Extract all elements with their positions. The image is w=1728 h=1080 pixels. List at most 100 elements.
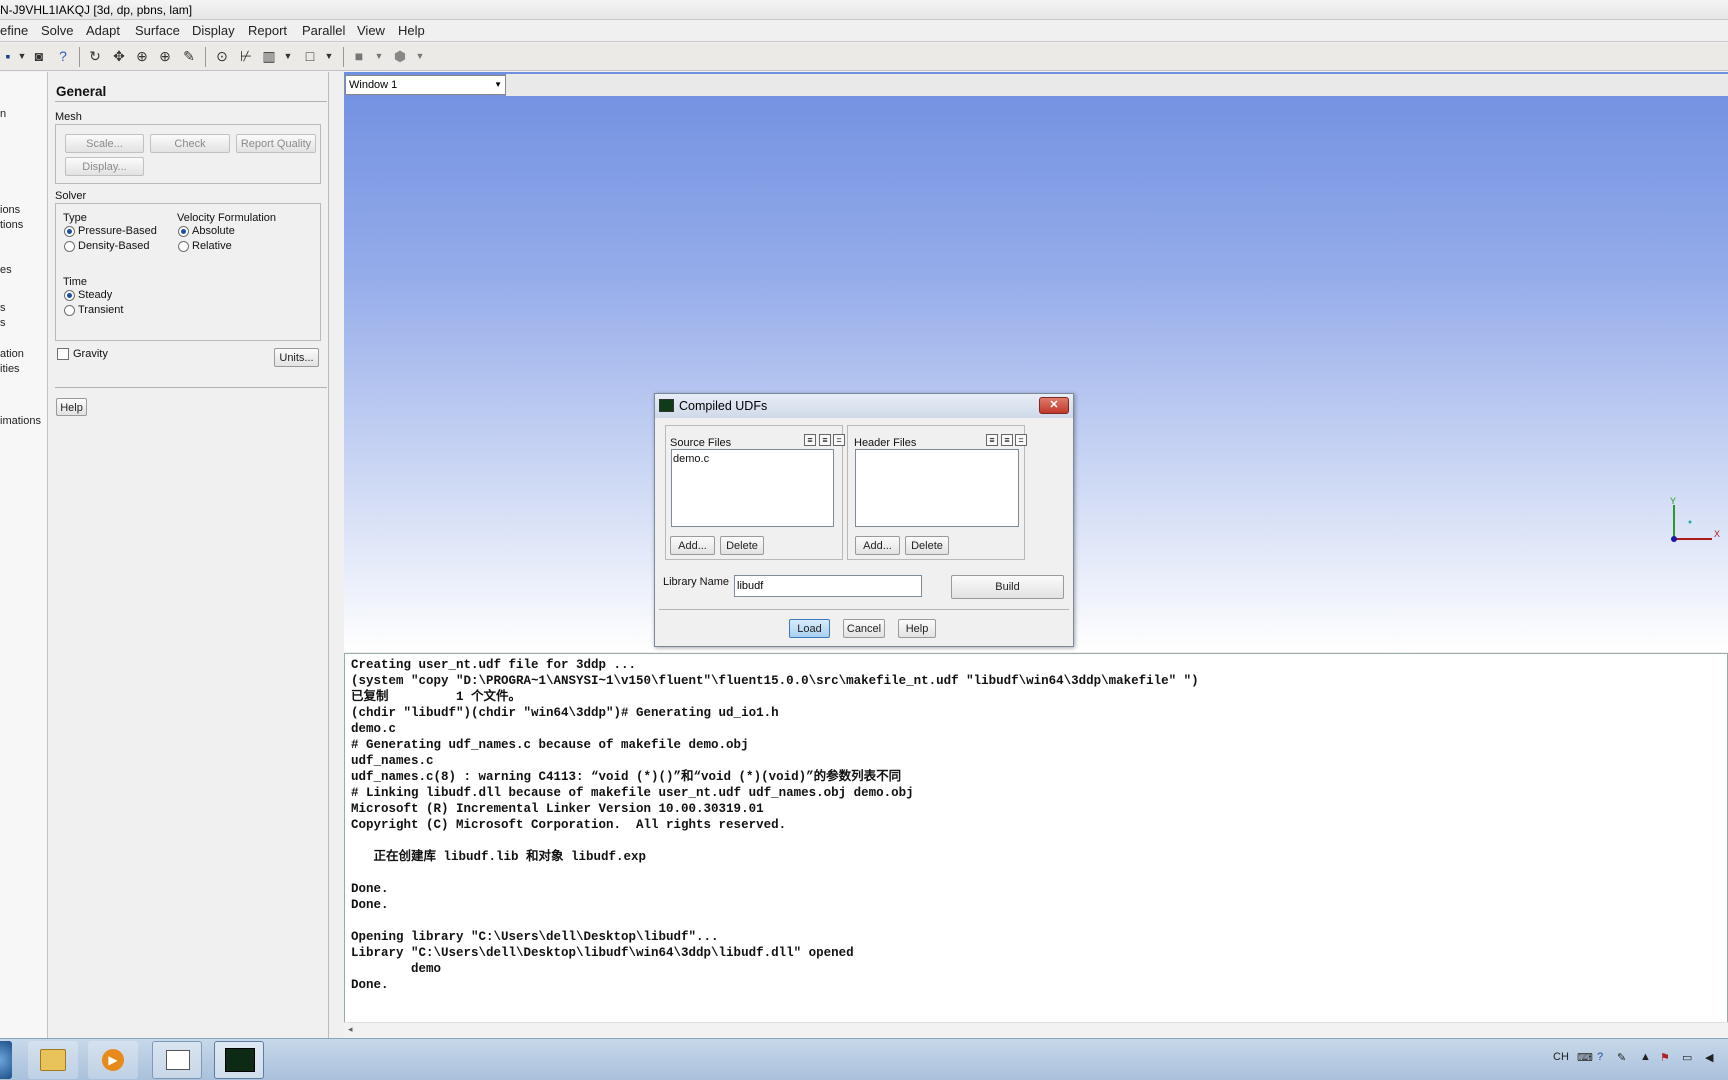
solver-group: Type Pressure-Based Density-Based Veloci… [55,203,321,341]
menu-display[interactable]: Display [192,23,235,38]
dropdown-arrow-icon[interactable]: ▼ [280,48,296,64]
window-select[interactable]: Window 1 ▼ [345,75,506,95]
dialog-title-bar: Compiled UDFs ✕ [655,394,1073,418]
panel-heading: General [56,84,107,99]
show-hidden-icons-icon[interactable]: ▲ [1640,1051,1651,1063]
list-item[interactable]: demo.c [673,453,709,465]
load-button[interactable]: Load [789,619,830,638]
console-output[interactable]: Creating user_nt.udf file for 3ddp ... (… [344,653,1728,1038]
transparency-icon[interactable]: ⬢ [392,48,408,64]
gravity-checkbox[interactable] [57,348,69,360]
units-button[interactable]: Units... [274,348,319,367]
screenshot-icon[interactable]: ◙ [31,48,47,64]
divider [55,101,327,102]
source-delete-button[interactable]: Delete [720,536,764,555]
pan-icon[interactable]: ✥ [111,48,127,64]
language-indicator[interactable]: CH [1553,1051,1569,1063]
action-center-icon[interactable]: ⚑ [1660,1051,1670,1064]
dropdown-arrow-icon[interactable]: ▼ [321,48,337,64]
probe-icon[interactable]: ✎ [181,48,197,64]
window-icon[interactable]: □ [302,48,318,64]
scale-button[interactable]: Scale... [65,134,144,153]
file-explorer-icon[interactable] [28,1041,78,1079]
check-button[interactable]: Check [150,134,230,153]
time-label: Time [63,276,88,288]
density-based-radio[interactable] [64,241,75,252]
menu-help[interactable]: Help [398,23,425,38]
menu-parallel[interactable]: Parallel [302,23,345,38]
network-icon[interactable]: ▭ [1682,1051,1692,1064]
pen-icon[interactable]: ✎ [1617,1051,1626,1064]
measure-icon[interactable]: ⊬ [238,48,254,64]
tree-item[interactable]: tions [0,219,23,231]
navigation-tree: n ions tions es s s ation ities imations [0,72,48,1038]
build-button[interactable]: Build [951,575,1064,599]
toolbar: ▪ ▼ ◙ ? ↻ ✥ ⊕ ⊕ ✎ ⊙ ⊬ ▥ ▼ □ ▼ ■ ▼ ⬢ ▼ [0,43,1728,71]
dropdown-arrow-icon[interactable]: ▼ [14,48,30,64]
steady-label: Steady [78,289,113,301]
report-quality-button[interactable]: Report Quality [236,134,316,153]
dropdown-arrow-icon[interactable]: ▼ [371,48,387,64]
library-name-input[interactable]: libudf [734,575,922,597]
deselect-icon[interactable]: = [833,434,845,446]
absolute-radio[interactable] [178,226,189,237]
solver-group-label: Solver [55,190,87,202]
deselect-icon[interactable]: = [1015,434,1027,446]
tree-item[interactable]: ation [0,348,24,360]
menu-surface[interactable]: Surface [135,23,180,38]
help-icon[interactable]: ? [55,48,71,64]
list-icon[interactable]: ≡ [1001,434,1013,446]
header-files-list[interactable] [855,449,1019,527]
tree-item[interactable]: es [0,264,12,276]
zoom-icon[interactable]: ⊕ [134,48,150,64]
menu-report[interactable]: Report [248,23,287,38]
steady-radio[interactable] [64,290,75,301]
pressure-based-radio[interactable] [64,226,75,237]
dropdown-arrow-icon[interactable]: ▼ [412,48,428,64]
select-all-icon[interactable]: ≡ [804,434,816,446]
relative-label: Relative [192,240,232,252]
fill-color-icon[interactable]: ■ [351,48,367,64]
start-button[interactable] [0,1041,12,1079]
keyboard-icon[interactable]: ⌨ [1577,1051,1593,1064]
relative-radio[interactable] [178,241,189,252]
source-add-button[interactable]: Add... [670,536,715,555]
transient-radio[interactable] [64,305,75,316]
menu-view[interactable]: View [357,23,385,38]
header-delete-button[interactable]: Delete [905,536,949,555]
velocity-formulation-label: Velocity Formulation [177,212,277,224]
list-icon[interactable]: ≡ [819,434,831,446]
gravity-label: Gravity [73,348,108,360]
document-app-icon[interactable] [152,1041,202,1079]
zoom-in-icon[interactable]: ⊕ [157,48,173,64]
tree-item[interactable]: n [0,108,6,120]
menu-solve[interactable]: Solve [41,23,74,38]
tree-item[interactable]: s [0,302,6,314]
dialog-help-button[interactable]: Help [898,619,936,638]
mesh-group-label: Mesh [55,111,82,123]
header-add-button[interactable]: Add... [855,536,900,555]
play-icon: ▶ [102,1049,124,1071]
menu-define[interactable]: efine [0,23,28,38]
console-horizontal-scrollbar[interactable]: ◂ [344,1022,1728,1038]
volume-icon[interactable]: ◀ [1705,1051,1713,1064]
view-layout-icon[interactable]: ▥ [261,48,277,64]
rotate-icon[interactable]: ↻ [87,48,103,64]
media-player-icon[interactable]: ▶ [88,1041,138,1079]
source-files-list[interactable]: demo.c [671,449,834,527]
scroll-left-icon[interactable]: ◂ [348,1024,353,1035]
mesh-group: Scale... Check Report Quality Display... [55,124,321,184]
menu-adapt[interactable]: Adapt [86,23,120,38]
select-all-icon[interactable]: ≡ [986,434,998,446]
cancel-button[interactable]: Cancel [843,619,885,638]
close-icon[interactable]: ✕ [1039,397,1069,414]
tree-item[interactable]: ions [0,204,20,216]
tree-item[interactable]: s [0,317,6,329]
help-button[interactable]: Help [56,398,87,416]
tree-item[interactable]: imations [0,415,41,427]
help-icon[interactable]: ? [1597,1051,1603,1063]
zoom-to-fit-icon[interactable]: ⊙ [214,48,230,64]
fluent-app-icon[interactable] [214,1041,264,1079]
tree-item[interactable]: ities [0,363,20,375]
display-button[interactable]: Display... [65,157,144,176]
